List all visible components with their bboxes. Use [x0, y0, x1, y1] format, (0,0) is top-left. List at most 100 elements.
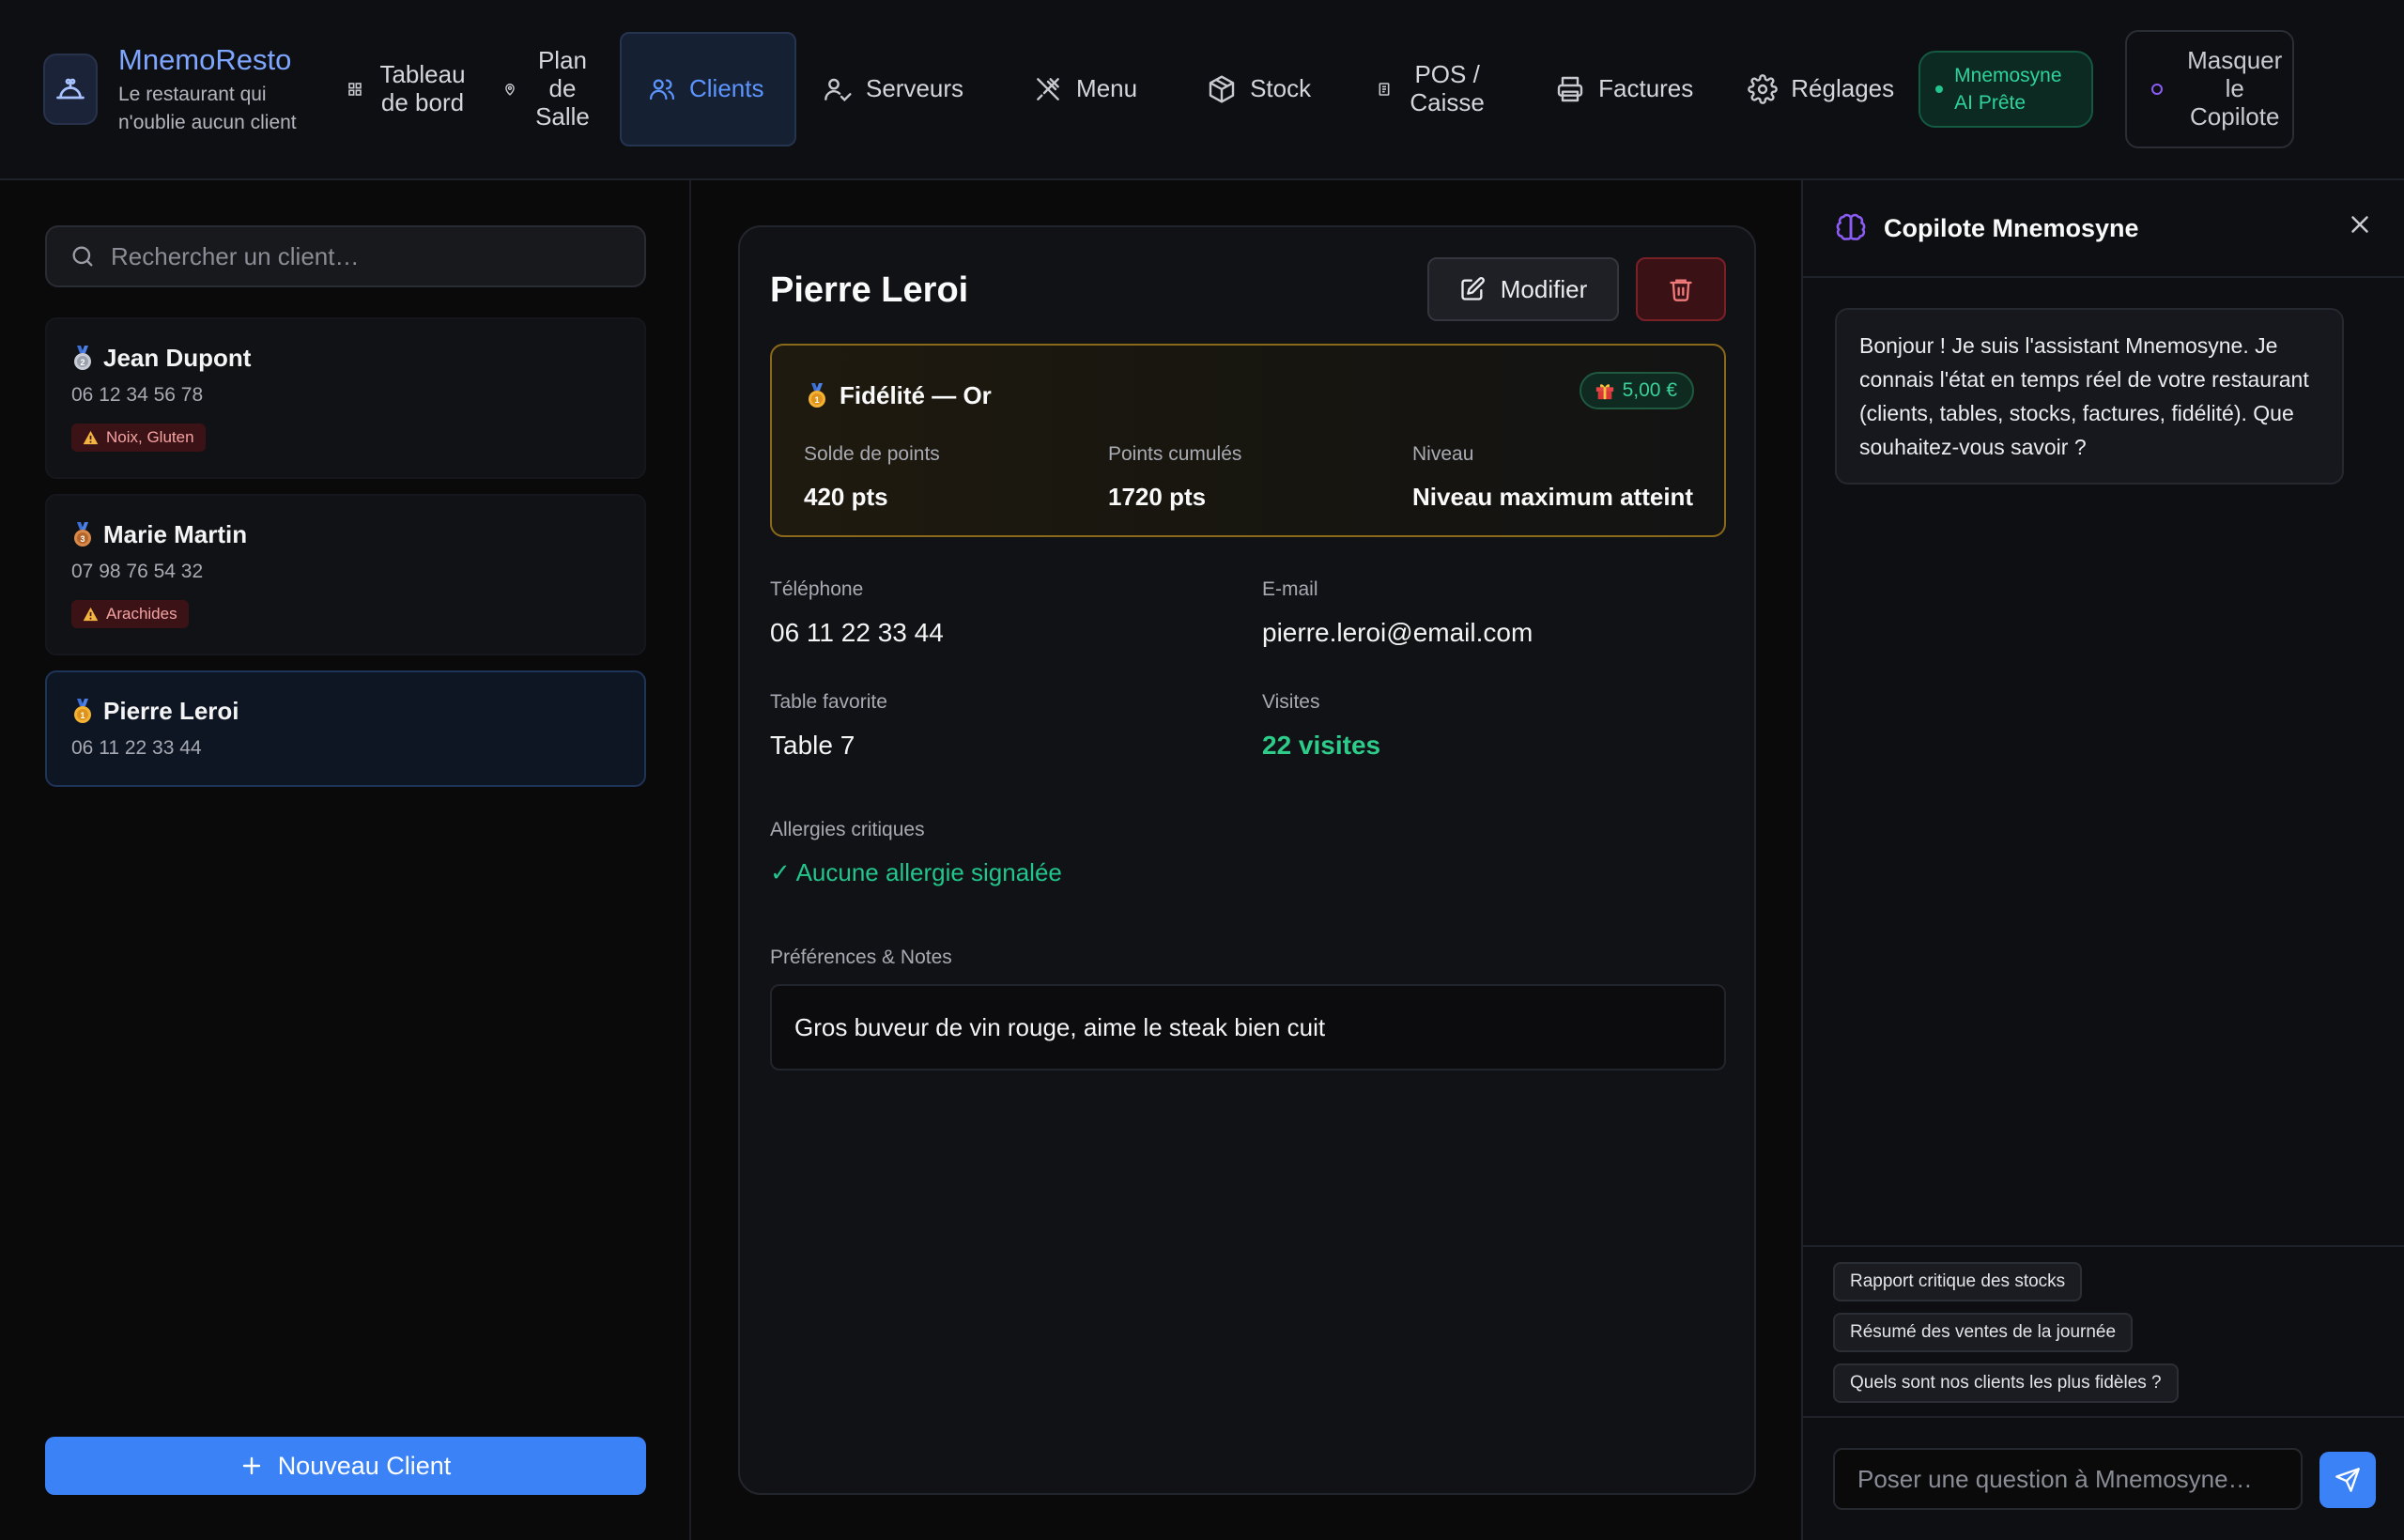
gear-icon	[1748, 74, 1779, 104]
email-label: E-mail	[1262, 578, 1318, 600]
nav-item-settings[interactable]: Réglages	[1731, 32, 1911, 146]
nav-item-pos[interactable]: POS / Caisse	[1360, 32, 1506, 146]
visits-label: Visites	[1262, 691, 1320, 713]
receipt-icon	[1377, 82, 1392, 97]
phone-field: Téléphone 06 11 22 33 44	[770, 578, 944, 648]
suggestion-chip[interactable]: Rapport critique des stocks	[1833, 1262, 2083, 1301]
plus-icon	[240, 1455, 263, 1477]
bell-logo-icon	[43, 54, 98, 125]
email-field: E-mail pierre.leroi@email.com	[1262, 578, 1533, 648]
nav-label: Factures	[1598, 74, 1694, 103]
app-tagline: Le restaurant qui n'oublie aucun client	[118, 84, 297, 133]
client-sidebar: 2 Jean Dupont 06 12 34 56 78 Noix, Glute…	[0, 180, 691, 1540]
client-detail-panel: Pierre Leroi Modifier 1 Fidélité — Or 5,…	[738, 225, 1756, 1495]
main-nav: Tableau de bord Plan de Salle Clients Se…	[325, 0, 1911, 178]
copilot-title-row: Copilote Mnemosyne	[1835, 212, 2139, 244]
phone-value: 06 11 22 33 44	[770, 618, 944, 647]
allergies-value: ✓ Aucune allergie signalée	[770, 858, 1062, 886]
loyalty-title: Fidélité — Or	[840, 381, 992, 409]
ai-status-badge: Mnemosyne AI Prête	[1919, 50, 2094, 129]
copilot-question-input[interactable]	[1833, 1448, 2303, 1510]
hide-copilot-button[interactable]: Masquer le Copilote	[2125, 30, 2295, 148]
visits-value: 22 visites	[1262, 731, 1381, 760]
nav-item-clients[interactable]: Clients	[620, 32, 796, 146]
nav-label: POS / Caisse	[1410, 60, 1485, 116]
allergies-field: Allergies critiques ✓ Aucune allergie si…	[770, 819, 1062, 887]
allergies-label: Allergies critiques	[770, 819, 925, 840]
edit-client-button[interactable]: Modifier	[1427, 257, 1619, 321]
client-name-row: 1 Pierre Leroi	[71, 697, 644, 726]
allergy-text: Arachides	[106, 605, 177, 623]
points-balance: Solde de points 420 pts	[804, 443, 940, 512]
points-cumulated-label: Points cumulés	[1108, 443, 1242, 465]
copilot-title: Copilote Mnemosyne	[1884, 213, 2139, 242]
brain-icon	[1835, 212, 1867, 244]
phone-label: Téléphone	[770, 578, 864, 600]
loyalty-title-row: 1 Fidélité — Or	[806, 381, 992, 410]
loyalty-level: Niveau Niveau maximum atteint	[1412, 443, 1693, 512]
ai-status-label: Mnemosyne AI Prête	[1954, 64, 2062, 114]
suggestion-chip[interactable]: Quels sont nos clients les plus fidèles …	[1833, 1363, 2179, 1403]
new-client-label: Nouveau Client	[277, 1451, 452, 1480]
notes-label: Préférences & Notes	[770, 947, 952, 968]
gift-icon	[1595, 380, 1615, 401]
svg-text:1: 1	[814, 395, 819, 405]
app-name: MnemoResto	[118, 43, 292, 77]
gold-medal-icon: 1	[71, 698, 94, 725]
copilot-header: Copilote Mnemosyne	[1803, 180, 2404, 278]
nav-item-invoices[interactable]: Factures	[1538, 32, 1710, 146]
svg-text:3: 3	[80, 534, 85, 544]
utensils-crossed-icon	[1033, 74, 1063, 104]
nav-item-stock[interactable]: Stock	[1190, 32, 1328, 146]
client-card[interactable]: 2 Jean Dupont 06 12 34 56 78 Noix, Glute…	[45, 317, 646, 479]
nav-label: Clients	[689, 74, 764, 103]
nav-item-servers[interactable]: Serveurs	[806, 32, 980, 146]
client-name-row: 2 Jean Dupont	[71, 344, 644, 373]
warning-icon	[83, 430, 99, 445]
client-phone: 06 11 22 33 44	[71, 737, 202, 759]
new-client-button[interactable]: Nouveau Client	[45, 1437, 646, 1495]
favorite-table-field: Table favorite Table 7	[770, 691, 887, 761]
client-search	[45, 225, 646, 287]
client-phone: 06 12 34 56 78	[71, 384, 204, 406]
copilot-input-row	[1803, 1416, 2404, 1540]
client-card[interactable]: 3 Marie Martin 07 98 76 54 32 Arachides	[45, 494, 646, 655]
nav-label: Menu	[1076, 74, 1138, 103]
client-card-selected[interactable]: 1 Pierre Leroi 06 11 22 33 44	[45, 670, 646, 787]
search-input[interactable]	[111, 241, 644, 271]
client-name-row: 3 Marie Martin	[71, 520, 644, 549]
edit-label: Modifier	[1500, 274, 1588, 303]
close-icon[interactable]	[2346, 210, 2374, 239]
nav-label: Plan de Salle	[535, 46, 590, 131]
search-icon	[69, 243, 96, 270]
nav-item-menu[interactable]: Menu	[1016, 32, 1154, 146]
warning-icon	[83, 607, 99, 622]
delete-client-button[interactable]	[1636, 257, 1726, 321]
edit-icon	[1459, 276, 1486, 302]
client-name: Pierre Leroi	[103, 697, 239, 725]
status-dot-icon	[1935, 85, 1944, 93]
silver-medal-icon: 2	[71, 345, 94, 372]
reward-amount: 5,00 €	[1622, 379, 1677, 401]
bronze-medal-icon: 3	[71, 521, 94, 548]
users-icon	[648, 75, 676, 103]
client-detail-name: Pierre Leroi	[770, 270, 969, 310]
client-phone: 07 98 76 54 32	[71, 561, 204, 582]
nav-item-dashboard[interactable]: Tableau de bord	[331, 32, 486, 146]
suggestion-chip[interactable]: Résumé des ventes de la journée	[1833, 1313, 2134, 1352]
map-pin-icon	[503, 83, 516, 96]
send-button[interactable]	[2319, 1452, 2376, 1508]
client-name: Marie Martin	[103, 520, 248, 548]
package-icon	[1207, 74, 1237, 104]
nav-item-floor-plan[interactable]: Plan de Salle	[486, 32, 612, 146]
top-header: MnemoResto Le restaurant qui n'oublie au…	[0, 0, 2404, 180]
loyalty-level-value: Niveau maximum atteint	[1412, 483, 1694, 511]
trash-icon	[1668, 276, 1694, 302]
points-cumulated-value: 1720 pts	[1108, 483, 1207, 511]
suggestion-list: Rapport critique des stocks Résumé des v…	[1803, 1245, 2404, 1416]
gold-medal-icon: 1	[806, 382, 828, 409]
notes-value: Gros buveur de vin rouge, aime le steak …	[770, 984, 1726, 1070]
loyalty-card: 1 Fidélité — Or 5,00 € Solde de points 4…	[770, 344, 1726, 537]
grid-icon	[347, 82, 362, 97]
allergy-text: Noix, Gluten	[106, 428, 194, 446]
